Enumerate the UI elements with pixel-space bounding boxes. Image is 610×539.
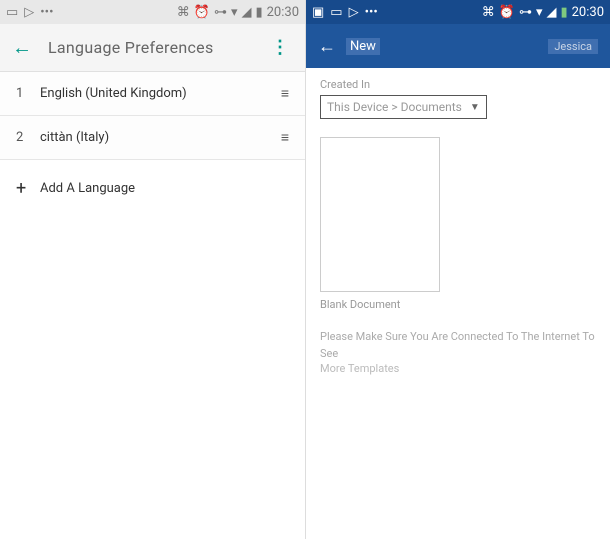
internet-message: Please Make Sure You Are Connected To Th… — [320, 329, 596, 362]
add-language-row[interactable]: + Add A Language — [0, 160, 305, 217]
laptop-icon: ▭ — [6, 5, 18, 20]
key-icon: ⊶ — [519, 5, 532, 20]
phone-right: ▣ ▭ ▷ ••• ⌘ ⏰ ⊶ ▾ ◢ ▮ 20:30 ← New Jessic… — [305, 0, 610, 539]
alarm-icon: ⏰ — [194, 5, 210, 20]
bluetooth-icon: ⌘ — [482, 5, 495, 20]
statusbar-left: ▭ ▷ ••• ⌘ ⏰ ⊶ ▾ ◢ ▮ 20:30 — [0, 0, 305, 24]
overflow-menu-icon[interactable]: ⋮ — [267, 37, 293, 58]
play-icon: ▷ — [24, 5, 34, 20]
language-row[interactable]: 1 English (United Kingdom) ≡ — [0, 72, 305, 116]
page-title: Language Preferences — [48, 38, 267, 57]
statusbar-right: ▣ ▭ ▷ ••• ⌘ ⏰ ⊶ ▾ ◢ ▮ 20:30 — [306, 0, 610, 24]
drag-handle-icon[interactable]: ≡ — [281, 92, 289, 96]
dots-icon: ••• — [365, 5, 378, 20]
laptop-icon: ▭ — [330, 5, 342, 20]
drag-handle-icon[interactable]: ≡ — [281, 136, 289, 140]
dropdown-value: This Device > Documents — [327, 100, 462, 114]
appbar-right: ← New Jessica — [306, 24, 610, 68]
location-dropdown[interactable]: This Device > Documents ▼ — [320, 95, 487, 119]
wifi-icon: ▾ — [231, 5, 238, 20]
appbar-left: ← Language Preferences ⋮ — [0, 24, 305, 72]
play-icon: ▷ — [349, 5, 359, 20]
image-icon: ▣ — [312, 5, 324, 20]
language-list: 1 English (United Kingdom) ≡ 2 cittàn (I… — [0, 72, 305, 217]
plus-icon: + — [16, 178, 40, 199]
statusbar-time: 20:30 — [572, 5, 604, 20]
back-arrow-icon[interactable]: ← — [318, 36, 336, 57]
created-in-label: Created In — [320, 78, 596, 91]
blank-document-preview[interactable] — [320, 137, 440, 292]
alarm-icon: ⏰ — [499, 5, 515, 20]
battery-icon: ▮ — [255, 5, 262, 20]
language-row[interactable]: 2 cittàn (Italy) ≡ — [0, 116, 305, 160]
key-icon: ⊶ — [214, 5, 227, 20]
signal-icon: ◢ — [546, 5, 556, 20]
bluetooth-icon: ⌘ — [177, 5, 190, 20]
user-label[interactable]: Jessica — [548, 39, 598, 54]
dots-icon: ••• — [40, 5, 53, 20]
new-label: New — [346, 38, 380, 55]
language-index: 1 — [16, 86, 40, 101]
language-name: English (United Kingdom) — [40, 86, 281, 101]
blank-document-label: Blank Document — [320, 298, 596, 311]
add-language-label: Add A Language — [40, 181, 135, 196]
new-document-panel: Created In This Device > Documents ▼ Bla… — [306, 68, 610, 385]
back-arrow-icon[interactable]: ← — [12, 35, 32, 60]
signal-icon: ◢ — [241, 5, 251, 20]
phone-left: ▭ ▷ ••• ⌘ ⏰ ⊶ ▾ ◢ ▮ 20:30 ← Language Pre… — [0, 0, 305, 539]
chevron-down-icon: ▼ — [470, 102, 480, 113]
statusbar-time: 20:30 — [267, 5, 299, 20]
language-name: cittàn (Italy) — [40, 130, 281, 145]
battery-icon: ▮ — [560, 5, 567, 20]
more-templates-label: More Templates — [320, 362, 596, 375]
wifi-icon: ▾ — [536, 5, 543, 20]
language-index: 2 — [16, 130, 40, 145]
